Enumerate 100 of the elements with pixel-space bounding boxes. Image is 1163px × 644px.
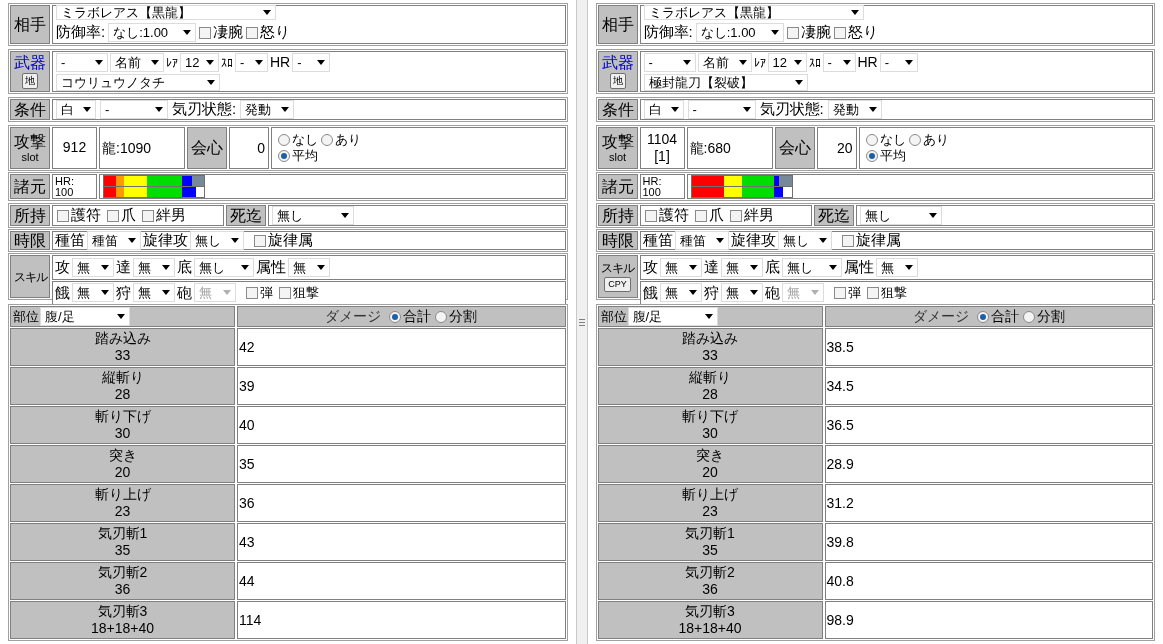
dropdown[interactable]: 無 [720, 257, 763, 277]
dropdown[interactable]: 無し [781, 257, 842, 277]
row-label: 条件 [10, 99, 50, 120]
dropdown[interactable]: 無し [777, 231, 832, 250]
hr-value: 100 [642, 186, 662, 198]
radio-button[interactable]: 平均 [278, 148, 318, 165]
dropdown[interactable]: 白 [56, 100, 96, 119]
label-text: 気刃状態: [759, 99, 824, 120]
label-text: 部位 [13, 307, 39, 326]
caret-icon [206, 60, 214, 65]
dropdown[interactable]: 白 [643, 100, 684, 119]
dropdown[interactable]: - [100, 100, 168, 119]
checkbox[interactable]: 絆男 [729, 204, 774, 227]
checkbox[interactable]: 狙撃 [279, 283, 319, 303]
dropdown[interactable]: 腹/足 [40, 307, 130, 326]
dropdown[interactable]: - [879, 53, 918, 72]
label-text: 達 [116, 257, 131, 277]
radio-button[interactable]: 分割 [1022, 306, 1065, 327]
dropdown[interactable]: 無 [133, 257, 175, 277]
radio-button[interactable]: 合計 [389, 306, 432, 327]
dropdown[interactable]: 無 [288, 257, 330, 277]
dropdown[interactable]: 名前 [110, 53, 164, 72]
dropdown[interactable]: - [822, 53, 856, 72]
caret-icon [255, 60, 263, 65]
checkbox[interactable]: 弾 [246, 283, 273, 303]
dropdown[interactable]: ミラボレアス【黒龍】 [56, 5, 276, 21]
caret-icon [828, 264, 837, 270]
dropdown[interactable]: 12 [767, 53, 807, 72]
dropdown[interactable]: 無し [190, 231, 244, 250]
caret-icon [263, 10, 271, 16]
checkbox[interactable]: 凄腕 [786, 21, 831, 44]
motion-cell: 突き 20 [10, 445, 235, 483]
dropdown[interactable]: 無 [72, 257, 114, 277]
map-button[interactable]: 地 [609, 72, 626, 89]
motion-cell: 突き 20 [597, 445, 823, 483]
dropdown[interactable]: - [56, 53, 108, 72]
dropdown[interactable]: 極封龍刀【裂破】 [643, 74, 808, 91]
dropdown[interactable]: 発動 [827, 100, 882, 119]
label-text: 防御率: [643, 22, 693, 43]
checkbox[interactable]: 凄腕 [199, 21, 244, 44]
dropdown[interactable]: 名前 [697, 53, 752, 72]
weapon-link[interactable]: 武器 [14, 54, 46, 71]
dropdown[interactable]: 発動 [240, 100, 295, 119]
radio-button[interactable]: なし [865, 131, 906, 148]
motion-cell: 斬り下げ 30 [597, 406, 823, 444]
checkbox[interactable]: 護符 [57, 204, 101, 227]
motion-cell: 気刃斬3 18+18+40 [597, 601, 823, 639]
checkbox[interactable]: 絆男 [142, 204, 186, 227]
radio-button[interactable]: あり [908, 131, 949, 148]
dropdown[interactable]: 無 [659, 257, 702, 277]
radio-button[interactable]: 平均 [865, 148, 906, 165]
dropdown[interactable]: - [643, 53, 696, 72]
dropdown[interactable]: 無し [859, 206, 942, 225]
motion-cell: 気刃斬1 35 [597, 523, 823, 561]
radio-button[interactable]: 分割 [435, 306, 478, 327]
map-button[interactable]: 地 [22, 72, 38, 89]
weapon-link[interactable]: 武器 [601, 54, 634, 71]
copy-button[interactable]: CPY [604, 276, 631, 292]
dropdown[interactable]: なし:1.00 [108, 23, 197, 42]
caret-icon [928, 213, 937, 218]
dropdown[interactable]: 12 [180, 53, 219, 72]
caret-icon [793, 60, 802, 65]
caret-icon [101, 264, 109, 270]
radio-button[interactable]: 合計 [976, 306, 1019, 327]
label-text: 狩 [116, 282, 131, 303]
row-label: 条件 [597, 99, 638, 120]
label-text: 底 [177, 257, 192, 277]
motion-cell: 気刃斬2 36 [597, 562, 823, 600]
checkbox[interactable]: 怒り [833, 21, 878, 44]
damage-cell: 114 [237, 601, 566, 639]
checkbox[interactable]: 弾 [833, 283, 861, 303]
dropdown[interactable]: - [235, 53, 268, 72]
dropdown[interactable]: 無 [133, 283, 175, 303]
label-text: HR [857, 53, 878, 72]
dropdown[interactable]: - [687, 100, 756, 119]
dropdown[interactable]: 無 [875, 257, 918, 277]
checkbox[interactable]: 旋律属 [254, 229, 313, 252]
checkbox[interactable]: 護符 [644, 204, 689, 227]
label-text: 種笛 [55, 230, 85, 251]
caret-icon [207, 80, 215, 85]
dropdown[interactable]: 腹/足 [627, 307, 718, 326]
dropdown[interactable]: 無 [659, 283, 702, 303]
dropdown[interactable]: 無 [72, 283, 114, 303]
checkbox[interactable]: 狙撃 [866, 283, 907, 303]
radio-button[interactable]: なし [278, 131, 318, 148]
label-text: 餓 [642, 282, 658, 303]
dropdown[interactable]: ミラボレアス【黒龍】 [643, 5, 864, 21]
radio-button[interactable]: あり [321, 131, 361, 148]
checkbox[interactable]: 爪 [107, 204, 136, 227]
dropdown[interactable]: - [292, 53, 331, 72]
dropdown[interactable]: 無 [720, 283, 763, 303]
dropdown[interactable]: なし:1.00 [695, 23, 784, 42]
dropdown[interactable]: 種笛 [87, 231, 141, 250]
dropdown[interactable]: 無し [194, 257, 254, 277]
checkbox[interactable]: 爪 [694, 204, 724, 227]
dropdown[interactable]: 種笛 [674, 231, 729, 250]
checkbox[interactable]: 旋律属 [841, 229, 901, 252]
dropdown[interactable]: コウリュウノタチ [56, 74, 220, 91]
dropdown[interactable]: 無し [272, 206, 354, 225]
checkbox[interactable]: 怒り [246, 21, 291, 44]
